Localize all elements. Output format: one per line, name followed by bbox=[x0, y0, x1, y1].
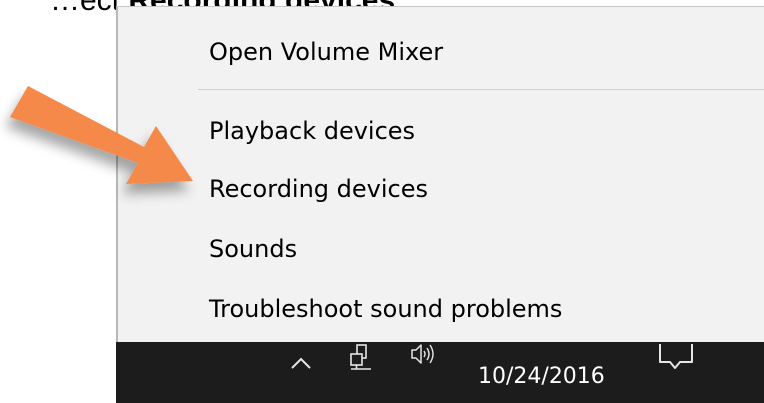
network-icon[interactable] bbox=[346, 342, 382, 382]
notification-icon[interactable] bbox=[656, 342, 696, 382]
taskbar: 10/24/2016 bbox=[116, 342, 764, 403]
taskbar-date[interactable]: 10/24/2016 bbox=[478, 364, 605, 389]
volume-icon[interactable] bbox=[408, 342, 444, 382]
chevron-up-icon[interactable] bbox=[286, 342, 316, 382]
menu-item-troubleshoot-sound-problems[interactable]: Troubleshoot sound problems bbox=[209, 297, 562, 321]
pointer-arrow bbox=[10, 86, 193, 184]
